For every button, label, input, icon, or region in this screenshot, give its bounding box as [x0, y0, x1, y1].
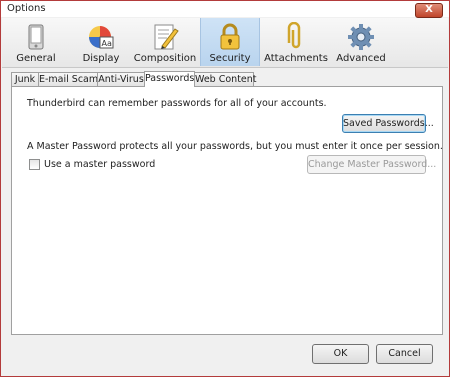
- gear-icon: [348, 24, 374, 50]
- window-title: Options: [7, 3, 46, 14]
- change-master-password-button[interactable]: Change Master Password...: [307, 155, 436, 174]
- general-icon: [28, 24, 44, 50]
- lock-icon: [220, 23, 240, 50]
- toolbar-advanced[interactable]: Advanced: [332, 18, 390, 66]
- toolbar-display-label: Display: [82, 53, 120, 64]
- use-master-password-checkbox[interactable]: [29, 159, 40, 170]
- use-master-password-label[interactable]: Use a master password: [44, 159, 155, 170]
- options-window: Options X General Aa Display Composition…: [0, 0, 450, 377]
- tab-junk[interactable]: Junk: [11, 72, 39, 86]
- saved-passwords-button[interactable]: Saved Passwords...: [342, 114, 434, 133]
- toolbar-general[interactable]: General: [6, 18, 66, 66]
- tab-email-scams[interactable]: E-mail Scams: [38, 72, 103, 86]
- tab-anti-virus[interactable]: Anti-Virus: [97, 72, 145, 86]
- composition-icon: [154, 24, 179, 50]
- passwords-panel: Thunderbird can remember passwords for a…: [11, 86, 443, 335]
- toolbar-composition[interactable]: Composition: [134, 18, 196, 66]
- display-icon: Aa: [89, 26, 114, 49]
- toolbar-security-label: Security: [209, 53, 251, 64]
- tab-passwords[interactable]: Passwords: [144, 71, 195, 87]
- toolbar-display[interactable]: Aa Display: [72, 18, 130, 66]
- paperclip-icon: [287, 22, 301, 49]
- title-bar: Options X: [1, 1, 449, 18]
- cancel-button[interactable]: Cancel: [376, 344, 433, 364]
- saved-passwords-label: Saved Passwords...: [343, 118, 434, 129]
- change-master-password-label: Change Master Password...: [308, 159, 437, 170]
- svg-text:Aa: Aa: [102, 39, 112, 48]
- toolbar-advanced-label: Advanced: [336, 53, 386, 64]
- ok-button[interactable]: OK: [312, 344, 369, 364]
- cancel-label: Cancel: [388, 348, 421, 359]
- close-button[interactable]: X: [415, 3, 443, 18]
- ok-label: OK: [333, 348, 348, 359]
- toolbar-attachments-label: Attachments: [264, 53, 328, 64]
- preferences-toolbar: General Aa Display Composition Security …: [2, 18, 448, 68]
- remember-passwords-text: Thunderbird can remember passwords for a…: [27, 98, 327, 109]
- tab-web-content[interactable]: Web Content: [194, 72, 257, 86]
- toolbar-security[interactable]: Security: [200, 18, 260, 66]
- toolbar-composition-label: Composition: [133, 53, 197, 64]
- master-password-text: A Master Password protects all your pass…: [27, 141, 443, 152]
- toolbar-attachments[interactable]: Attachments: [264, 18, 328, 66]
- toolbar-general-label: General: [16, 53, 56, 64]
